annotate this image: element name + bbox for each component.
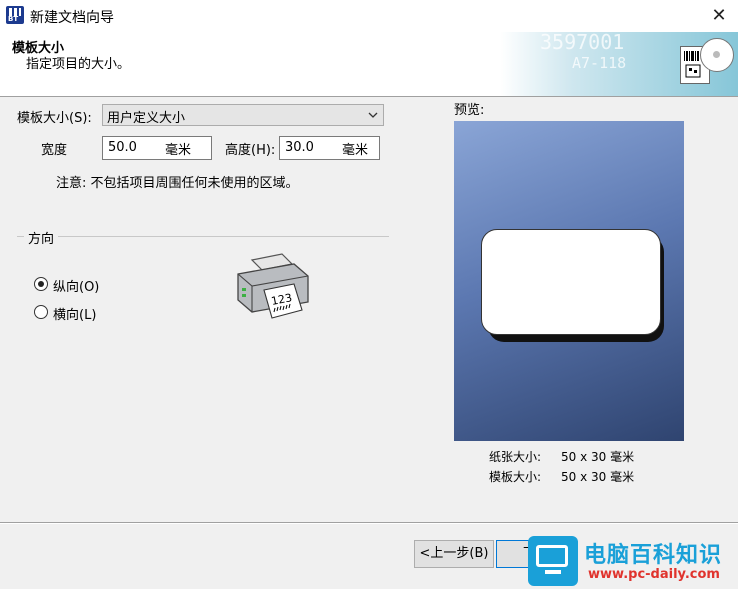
template-size-info-value: 50 x 30 毫米 — [561, 470, 635, 484]
template-size-label: 模板大小(S): — [17, 111, 92, 126]
height-label: 高度(H): — [225, 143, 276, 158]
width-value: 50.0 — [108, 140, 137, 155]
preview-label: 预览: — [454, 103, 485, 118]
watermark-url: www.pc-daily.com — [588, 567, 720, 582]
chevron-down-icon — [367, 106, 379, 127]
watermark-logo-icon — [528, 536, 578, 586]
landscape-radio[interactable] — [34, 305, 48, 319]
banner-number: A7-118 — [572, 54, 627, 72]
height-value: 30.0 — [285, 140, 314, 155]
landscape-label[interactable]: 横向(L) — [53, 304, 96, 323]
width-unit: 毫米 — [165, 143, 192, 158]
template-size-value: 用户定义大小 — [107, 111, 186, 126]
window-title: 新建文档向导 — [30, 10, 114, 26]
orientation-groupbox-line — [17, 236, 389, 237]
note-text: 注意: 不包括项目周围任何未使用的区域。 — [56, 176, 299, 191]
height-unit: 毫米 — [342, 143, 369, 158]
footer-separator-highlight — [0, 523, 738, 524]
page-subtitle: 指定项目的大小。 — [26, 57, 131, 72]
back-button[interactable]: <上一步(B) — [414, 540, 494, 568]
template-size-info-label: 模板大小: — [489, 470, 542, 484]
template-size-select[interactable]: 用户定义大小 — [102, 104, 384, 126]
wizard-header: 模板大小 指定项目的大小。 3597001 A7-118 — [0, 32, 738, 97]
orientation-legend: 方向 — [24, 228, 59, 247]
label-preview — [481, 229, 661, 335]
portrait-label[interactable]: 纵向(O) — [53, 276, 99, 295]
portrait-radio[interactable] — [34, 277, 48, 291]
watermark-title: 电脑百科知识 — [584, 543, 723, 568]
paper-size-value: 50 x 30 毫米 — [561, 450, 635, 464]
cd-icon — [700, 38, 734, 72]
width-input[interactable]: 50.0 毫米 — [102, 136, 212, 160]
width-label: 宽度 — [41, 143, 68, 158]
close-button[interactable]: ✕ — [700, 0, 738, 32]
paper-size-label: 纸张大小: — [489, 450, 542, 464]
printer-icon: 123 — [234, 250, 312, 326]
app-icon: BT — [6, 6, 24, 24]
banner-number: 3597001 — [540, 32, 625, 54]
height-input[interactable]: 30.0 毫米 — [279, 136, 380, 160]
title-bar: BT 新建文档向导 ✕ — [0, 0, 738, 32]
header-banner-image: 3597001 A7-118 — [500, 32, 738, 96]
